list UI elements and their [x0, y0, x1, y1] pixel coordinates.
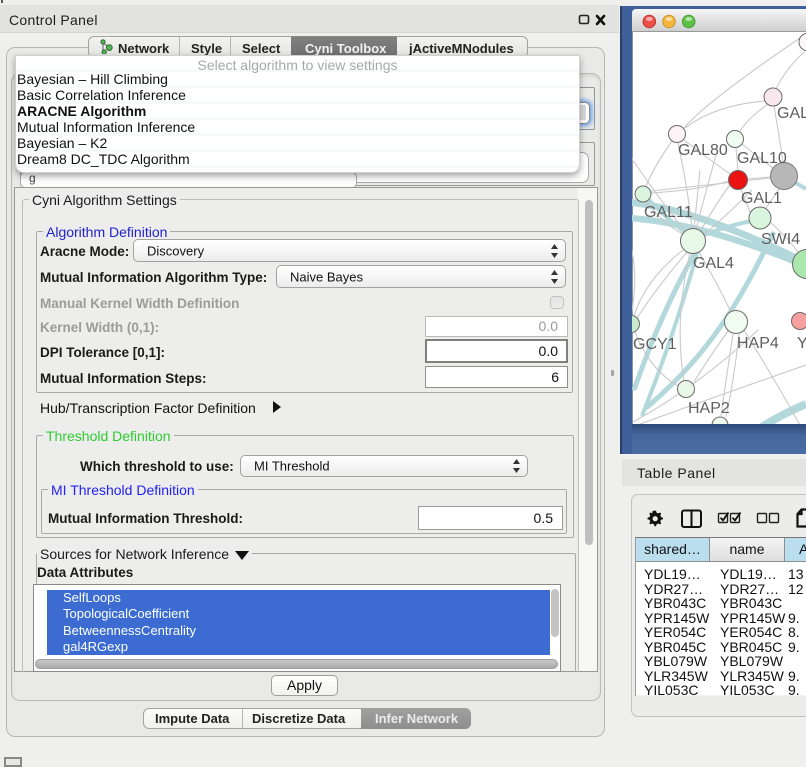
- svg-text:GAL1: GAL1: [741, 190, 782, 207]
- svg-text:GCY1: GCY1: [633, 336, 677, 353]
- svg-text:GAL11: GAL11: [644, 204, 693, 221]
- svg-text:HAP4: HAP4: [737, 335, 779, 352]
- svg-text:SWI4: SWI4: [761, 231, 800, 248]
- svg-text:Y: Y: [797, 335, 806, 352]
- svg-text:GAL4: GAL4: [693, 255, 734, 272]
- svg-text:GAL10: GAL10: [737, 150, 787, 167]
- svg-text:GAL: GAL: [777, 105, 806, 122]
- svg-text:GAL80: GAL80: [678, 142, 728, 159]
- svg-text:HAP2: HAP2: [688, 400, 730, 417]
